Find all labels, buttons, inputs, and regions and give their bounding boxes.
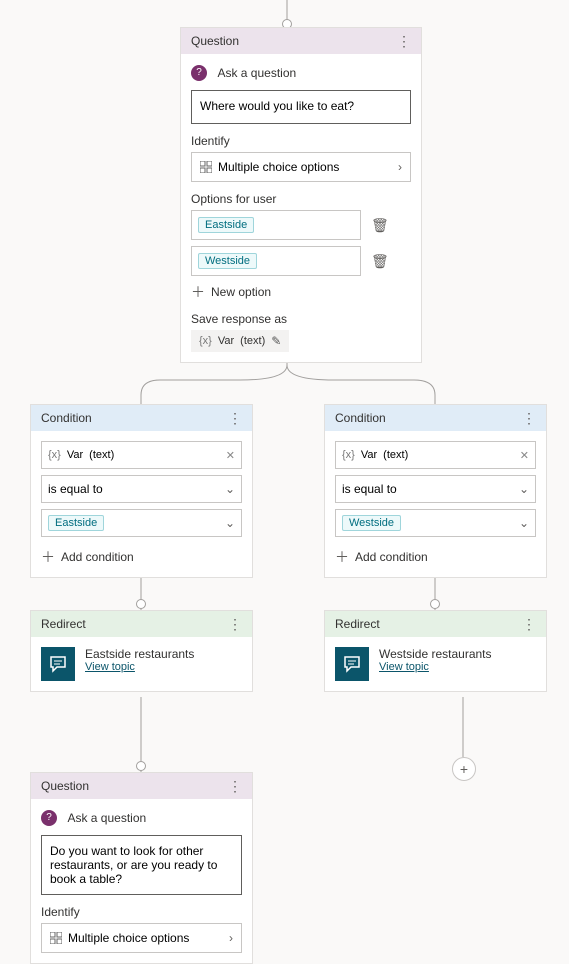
variable-name: Var <box>67 449 83 461</box>
clear-icon[interactable]: ✕ <box>226 449 235 462</box>
option-input-1[interactable]: Eastside <box>191 210 361 240</box>
node-header: Redirect ⋮ <box>31 611 252 637</box>
view-topic-link[interactable]: View topic <box>85 661 194 673</box>
operator-value: is equal to <box>48 482 103 496</box>
identify-value: Multiple choice options <box>218 160 339 174</box>
variable-icon: {x} <box>199 335 212 347</box>
more-icon[interactable]: ⋮ <box>228 411 242 425</box>
plus-icon: ＋ <box>335 547 349 567</box>
redirect-title: Westside restaurants <box>379 647 492 661</box>
add-condition-label: Add condition <box>61 550 134 564</box>
view-topic-link[interactable]: View topic <box>379 661 492 673</box>
add-condition-button[interactable]: ＋ Add condition <box>41 547 242 567</box>
option-chip: Eastside <box>198 217 254 233</box>
multiple-choice-icon <box>50 932 62 944</box>
more-icon[interactable]: ⋮ <box>522 617 536 631</box>
add-node-button[interactable]: + <box>452 757 476 781</box>
multiple-choice-icon <box>200 161 212 173</box>
new-option-label: New option <box>211 285 271 299</box>
node-header: Question ⋮ <box>31 773 252 799</box>
more-icon[interactable]: ⋮ <box>228 617 242 631</box>
plus-icon: + <box>460 761 468 777</box>
save-response-label: Save response as <box>191 312 411 326</box>
node-title: Redirect <box>335 617 380 631</box>
condition-variable[interactable]: {x} Var (text) ✕ <box>41 441 242 469</box>
options-label: Options for user <box>191 192 411 206</box>
chevron-down-icon: ⌄ <box>225 516 235 530</box>
question-node-2: Question ⋮ ? Ask a question Do you want … <box>30 772 253 964</box>
operator-select[interactable]: is equal to ⌄ <box>41 475 242 503</box>
node-header: Redirect ⋮ <box>325 611 546 637</box>
option-input-2[interactable]: Westside <box>191 246 361 276</box>
node-header: Condition ⋮ <box>325 405 546 431</box>
more-icon[interactable]: ⋮ <box>228 779 242 793</box>
variable-type: (text) <box>383 449 408 461</box>
identify-label: Identify <box>191 134 411 148</box>
topic-icon <box>335 647 369 681</box>
node-title: Condition <box>335 411 386 425</box>
chevron-down-icon: ⌄ <box>519 516 529 530</box>
redirect-title: Eastside restaurants <box>85 647 194 661</box>
add-condition-button[interactable]: ＋ Add condition <box>335 547 536 567</box>
identify-select[interactable]: Multiple choice options › <box>41 923 242 953</box>
chevron-down-icon: ⌄ <box>225 482 235 496</box>
option-chip: Westside <box>198 253 257 269</box>
variable-type: (text) <box>240 335 265 347</box>
delete-icon[interactable]: 🗑 <box>371 217 389 234</box>
chevron-down-icon: ⌄ <box>519 482 529 496</box>
option-row-1: Eastside 🗑 <box>191 210 411 240</box>
chevron-right-icon: › <box>398 160 402 174</box>
question-text-input[interactable]: Where would you like to eat? <box>191 90 411 124</box>
operator-select[interactable]: is equal to ⌄ <box>335 475 536 503</box>
node-title: Redirect <box>41 617 86 631</box>
ask-question-label: Ask a question <box>217 66 296 80</box>
option-row-2: Westside 🗑 <box>191 246 411 276</box>
variable-type: (text) <box>89 449 114 461</box>
question-text-input[interactable]: Do you want to look for other restaurant… <box>41 835 242 895</box>
variable-icon: {x} <box>48 449 61 461</box>
variable-name: Var <box>218 335 234 347</box>
plus-icon: ＋ <box>41 547 55 567</box>
redirect-node-1: Redirect ⋮ Eastside restaurants View top… <box>30 610 253 692</box>
node-header: Question ⋮ <box>181 28 421 54</box>
condition-node-1: Condition ⋮ {x} Var (text) ✕ is equal to… <box>30 404 253 578</box>
identify-label: Identify <box>41 905 242 919</box>
question-icon: ? <box>191 65 207 81</box>
value-select[interactable]: Westside ⌄ <box>335 509 536 537</box>
add-condition-label: Add condition <box>355 550 428 564</box>
more-icon[interactable]: ⋮ <box>397 34 411 48</box>
topic-icon <box>41 647 75 681</box>
question-icon: ? <box>41 810 57 826</box>
edit-icon[interactable]: ✎ <box>271 334 281 348</box>
identify-value: Multiple choice options <box>68 931 189 945</box>
variable-name: Var <box>361 449 377 461</box>
chevron-right-icon: › <box>229 931 233 945</box>
new-option-button[interactable]: ＋ New option <box>191 282 411 302</box>
node-header: Condition ⋮ <box>31 405 252 431</box>
variable-pill[interactable]: {x} Var (text) ✎ <box>191 330 289 352</box>
more-icon[interactable]: ⋮ <box>522 411 536 425</box>
identify-select[interactable]: Multiple choice options › <box>191 152 411 182</box>
plus-icon: ＋ <box>191 282 205 302</box>
ask-question-row: ? Ask a question <box>41 809 242 827</box>
value-select[interactable]: Eastside ⌄ <box>41 509 242 537</box>
delete-icon[interactable]: 🗑 <box>371 253 389 270</box>
condition-node-2: Condition ⋮ {x} Var (text) ✕ is equal to… <box>324 404 547 578</box>
condition-variable[interactable]: {x} Var (text) ✕ <box>335 441 536 469</box>
variable-icon: {x} <box>342 449 355 461</box>
value-chip: Eastside <box>48 515 104 531</box>
ask-question-label: Ask a question <box>67 811 146 825</box>
node-title: Question <box>41 779 89 793</box>
operator-value: is equal to <box>342 482 397 496</box>
clear-icon[interactable]: ✕ <box>520 449 529 462</box>
ask-question-row: ? Ask a question <box>191 64 411 82</box>
node-title: Condition <box>41 411 92 425</box>
value-chip: Westside <box>342 515 401 531</box>
question-node-1: Question ⋮ ? Ask a question Where would … <box>180 27 422 363</box>
node-title: Question <box>191 34 239 48</box>
redirect-node-2: Redirect ⋮ Westside restaurants View top… <box>324 610 547 692</box>
